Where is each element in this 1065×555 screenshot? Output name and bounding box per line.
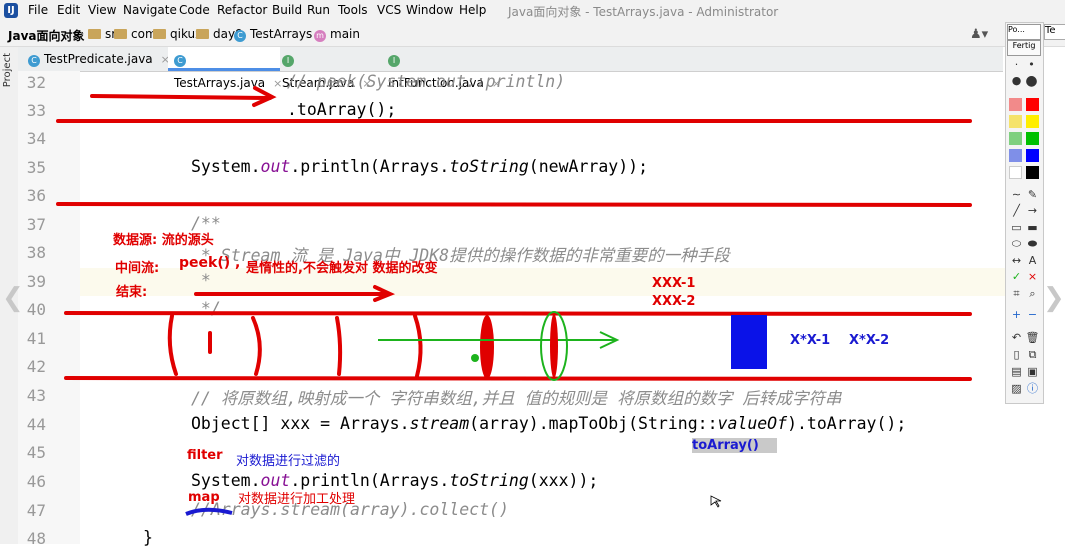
swatch-red[interactable] (1026, 98, 1039, 111)
stream-divider (251, 316, 262, 376)
annotation-xxx2: XXX-2 (652, 294, 696, 309)
ellipse-icon[interactable]: ⬭ (1009, 237, 1024, 251)
red-lens-core (550, 314, 558, 378)
info-icon[interactable]: ⓘ (1025, 382, 1040, 396)
swatch-white[interactable] (1009, 166, 1022, 179)
zoom-icon[interactable]: ⌕ (1025, 287, 1040, 301)
annotation-map: map (188, 490, 220, 505)
annotation-peek: peek() , (179, 255, 241, 271)
pen-size-small-icon[interactable]: · (1009, 58, 1024, 72)
close-icon[interactable]: × (1025, 270, 1040, 284)
pen-size-large-icon[interactable]: ● (1024, 74, 1039, 88)
swatch-light-green[interactable] (1009, 132, 1022, 145)
stream-divider (413, 314, 423, 378)
swatch-light-yellow[interactable] (1009, 115, 1022, 128)
swatch-blue[interactable] (1026, 149, 1039, 162)
mouse-cursor-icon (710, 495, 722, 508)
save-icon[interactable]: ▤ (1009, 365, 1024, 379)
swatch-yellow[interactable] (1026, 115, 1039, 128)
undo-icon[interactable]: ↶ (1009, 331, 1024, 345)
double-arrow-icon[interactable]: ↔ (1009, 254, 1024, 268)
annotation-peek-desc: 是惰性的,不会触发对 数据的改变 (246, 261, 438, 276)
stream-divider (167, 314, 178, 376)
pen-size-large-icon[interactable]: ● (1009, 74, 1024, 88)
freehand-icon[interactable]: ∼ (1009, 188, 1024, 202)
copy-icon[interactable]: ⧉ (1025, 348, 1040, 362)
stream-pipe-bottom (64, 376, 972, 381)
crop-icon[interactable]: ⌗ (1009, 287, 1024, 301)
filled-rectangle-icon[interactable]: ▬ (1025, 221, 1040, 235)
annotation-x1: X*X-1 (790, 333, 831, 348)
minus-icon[interactable]: − (1025, 308, 1040, 322)
red-arrow-stroke (90, 94, 272, 100)
pen-size-small-icon[interactable]: • (1024, 58, 1039, 72)
annotation-filter-desc: 对数据进行过滤的 (236, 454, 341, 469)
red-underline (56, 202, 972, 207)
swatch-light-red[interactable] (1009, 98, 1022, 111)
next-arrow-icon[interactable]: ❯ (1043, 283, 1065, 313)
annotation-x2: X*X-2 (849, 333, 890, 348)
swatch-black[interactable] (1026, 166, 1039, 179)
previous-arrow-icon[interactable]: ❮ (2, 283, 24, 313)
palette-title: Po... (1007, 24, 1041, 40)
annotation-toarray: toArray() (692, 438, 777, 453)
swatch-green[interactable] (1026, 132, 1039, 145)
swatch-light-blue[interactable] (1009, 149, 1022, 162)
image-icon[interactable]: ▨ (1009, 382, 1024, 396)
marker-icon[interactable]: ✎ (1025, 188, 1040, 202)
export-icon[interactable]: ▣ (1025, 365, 1040, 379)
annotation-middle-label: 中间流: (115, 261, 160, 276)
plus-icon[interactable]: + (1009, 308, 1024, 322)
stream-divider (335, 316, 343, 376)
annotation-source: 数据源: 流的源头 (113, 233, 214, 248)
filter-disk (480, 315, 494, 379)
palette-extra-tab[interactable]: Te (1044, 24, 1065, 40)
annotation-end: 结束: (116, 285, 148, 300)
annotation-xxx1: XXX-1 (652, 276, 696, 291)
blue-block (731, 315, 767, 369)
stream-pipe-top (64, 311, 972, 316)
text-tool-icon[interactable]: A (1025, 254, 1040, 268)
palette-done-button[interactable]: Fertig (1007, 40, 1041, 56)
blue-underline (185, 507, 233, 516)
filled-ellipse-icon[interactable]: ⬬ (1025, 237, 1040, 251)
annotation-map-desc: 对数据进行加工处理 (238, 492, 356, 507)
new-page-icon[interactable]: ▯ (1009, 348, 1024, 362)
line-icon[interactable]: ╱ (1009, 204, 1024, 218)
rectangle-icon[interactable]: ▭ (1009, 221, 1024, 235)
green-dot (471, 354, 479, 362)
arrow-tool-icon[interactable]: → (1025, 204, 1040, 218)
trash-icon[interactable]: 🗑 (1025, 331, 1040, 345)
annotation-filter: filter (187, 448, 223, 463)
check-icon[interactable]: ✓ (1009, 270, 1024, 284)
